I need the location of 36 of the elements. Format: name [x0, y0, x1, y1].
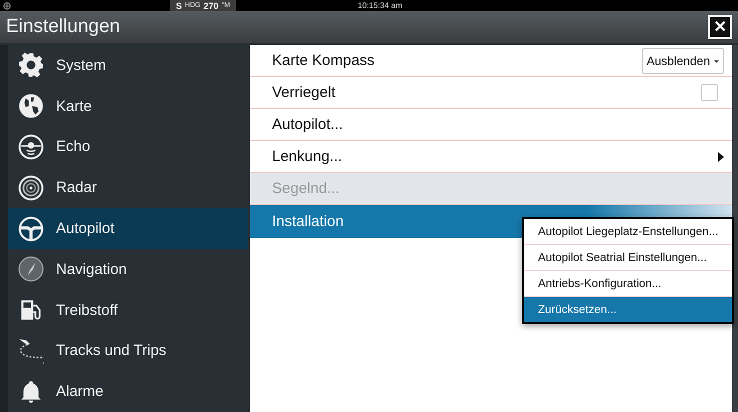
menu-item[interactable]: Autopilot Liegeplatz-Enstellungen... — [524, 219, 732, 245]
sidebar-item[interactable]: Tracks und Trips — [8, 330, 248, 372]
clock-time: 10:15:34 am — [356, 1, 404, 10]
menu-item[interactable]: Zurücksetzen... — [524, 297, 732, 322]
row-label: Autopilot... — [272, 116, 343, 133]
sidebar-item[interactable]: Treibstoff — [8, 290, 248, 330]
globe-icon — [3, 2, 11, 10]
sidebar-item[interactable]: Alarme — [8, 371, 248, 412]
sidebar-item[interactable]: Karte — [8, 86, 248, 127]
sidebar-item[interactable]: Echo — [8, 126, 248, 168]
radar-icon — [18, 174, 44, 201]
row-label: Installation — [272, 213, 344, 230]
track-icon — [18, 338, 44, 364]
steering-wheel-icon — [18, 216, 44, 242]
gear-icon — [18, 52, 44, 78]
close-button[interactable]: ✕ — [708, 15, 732, 39]
sidebar-item[interactable]: Autopilot — [8, 208, 248, 249]
caret-icon — [714, 60, 719, 63]
settings-row[interactable]: Verriegelt — [250, 77, 732, 109]
settings-row[interactable]: Karte Kompass Ausblenden — [250, 45, 732, 77]
row-label: Karte Kompass — [272, 52, 375, 69]
sonar-icon — [18, 134, 44, 160]
sidebar-item[interactable]: Radar — [8, 167, 248, 208]
row-label: Lenkung... — [272, 148, 342, 165]
sidebar-item[interactable]: System — [8, 45, 248, 86]
submenu-arrow-icon — [718, 152, 724, 162]
checkbox[interactable] — [701, 84, 718, 101]
settings-row[interactable]: Autopilot... — [250, 109, 732, 141]
row-label: Segelnd... — [272, 180, 340, 197]
globe-icon — [18, 93, 44, 120]
row-label: Verriegelt — [272, 84, 336, 101]
menu-item[interactable]: Autopilot Seatrial Einstellungen... — [524, 245, 732, 271]
sidebar-item[interactable]: Navigation — [8, 248, 248, 290]
dropdown[interactable]: Ausblenden — [642, 48, 724, 74]
window-title: Einstellungen — [6, 16, 120, 38]
compass-icon — [18, 256, 44, 282]
